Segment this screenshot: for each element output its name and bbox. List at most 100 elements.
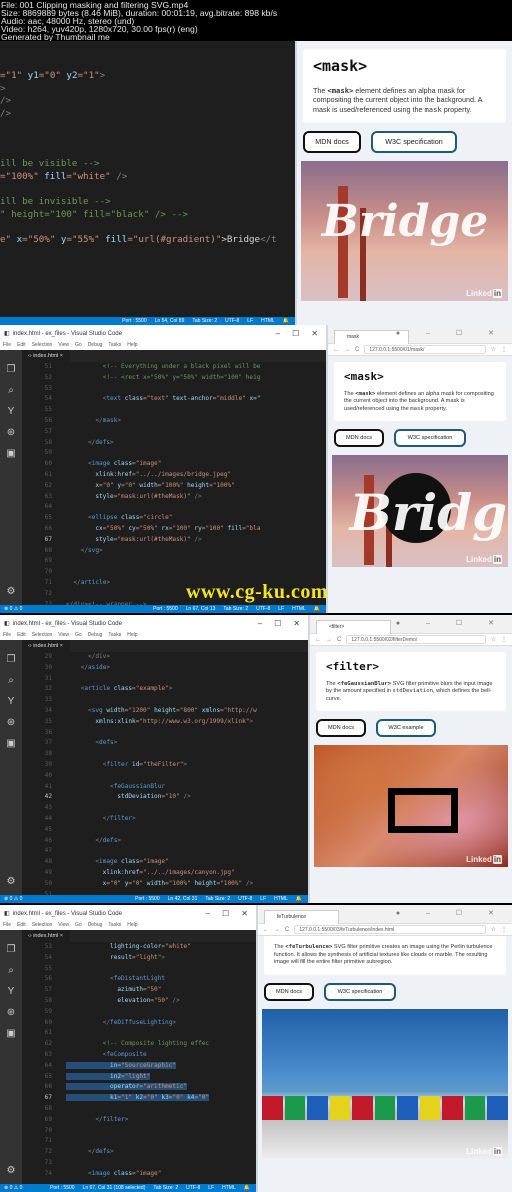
minimize-button[interactable]: – (258, 619, 262, 628)
notification-bell-icon[interactable]: 🔔 (283, 317, 289, 325)
maximize-button[interactable]: ☐ (222, 909, 229, 918)
back-icon[interactable]: ← (263, 927, 269, 933)
menu-item[interactable]: Tasks (108, 632, 121, 640)
status-item[interactable]: Port : 5500 (135, 895, 159, 903)
status-item[interactable]: Ln 54, Col 89 (155, 317, 185, 325)
menu-item[interactable]: Debug (88, 922, 103, 930)
problems-count[interactable]: ⊗ 0 ⚠ 0 (4, 605, 22, 613)
debug-icon[interactable]: ⊛ (7, 427, 15, 438)
menu-item[interactable]: View (58, 342, 69, 350)
back-icon[interactable]: ← (315, 637, 321, 643)
w3c-link-button[interactable]: W3C specification (394, 429, 466, 448)
menu-kebab-icon[interactable]: ⋮ (501, 926, 507, 933)
status-item[interactable]: Ln 67, Col 13 (186, 605, 216, 613)
menu-item[interactable]: Go (75, 342, 82, 350)
explorer-icon[interactable]: ❐ (7, 364, 16, 375)
menu-item[interactable]: Selection (32, 922, 53, 930)
code-area[interactable]: 53 lighting-color="white" 54 result="ligh… (22, 942, 256, 1184)
status-item[interactable]: Port : 5500 (153, 605, 177, 613)
maximize-button[interactable]: ☐ (274, 619, 281, 628)
w3c-link-button[interactable]: W3C example (376, 719, 436, 738)
tab-close-icon[interactable]: × (58, 933, 63, 939)
settings-gear-icon[interactable]: ⚙ (7, 1165, 16, 1176)
menu-kebab-icon[interactable]: ⋮ (501, 636, 507, 643)
menu-item[interactable]: Help (127, 922, 137, 930)
status-item[interactable]: Ln 67, Col 31 (108 selected) (83, 1184, 146, 1192)
forward-icon[interactable]: → (344, 347, 350, 353)
status-item[interactable]: LF (247, 317, 253, 325)
problems-count[interactable]: ⊗ 0 ⚠ 0 (4, 1184, 22, 1192)
forward-icon[interactable]: → (274, 927, 280, 933)
status-item[interactable]: Tab Size: 2 (223, 605, 248, 613)
menu-item[interactable]: Help (127, 342, 137, 350)
menu-item[interactable]: File (3, 632, 11, 640)
menu-kebab-icon[interactable]: ⋮ (501, 346, 507, 353)
bookmark-star-icon[interactable]: ☆ (491, 636, 496, 643)
url-input[interactable]: 127.0.0.1:5500/03/feTurbulence/index.htm… (294, 925, 486, 934)
bookmark-star-icon[interactable]: ☆ (491, 346, 496, 353)
mdn-docs-button[interactable]: MDN docs (303, 130, 361, 153)
menu-item[interactable]: Debug (88, 632, 103, 640)
reload-icon[interactable]: C (285, 927, 289, 933)
problems-count[interactable]: ⊗ 0 ⚠ 0 (4, 895, 22, 903)
explorer-icon[interactable]: ❐ (7, 944, 16, 955)
menu-item[interactable]: Tasks (108, 342, 121, 350)
status-item[interactable]: Tab Size: 2 (205, 895, 230, 903)
close-button[interactable]: ✕ (311, 329, 318, 338)
menu-item[interactable]: View (58, 632, 69, 640)
w3c-link-button[interactable]: W3C specification (324, 982, 396, 1001)
menu-item[interactable]: Edit (17, 632, 26, 640)
browser-tab[interactable]: <filter> (316, 620, 391, 634)
minimize-button[interactable]: – (206, 909, 210, 918)
status-item[interactable]: HTML (274, 895, 288, 903)
url-input[interactable]: 127.0.0.1:5500/02/filterDemo/ (346, 635, 486, 644)
settings-gear-icon[interactable]: ⚙ (7, 586, 16, 597)
menu-item[interactable]: Selection (32, 632, 53, 640)
url-input[interactable]: 127.0.0.1:5500/01/mask/ (364, 345, 486, 354)
reload-icon[interactable]: C (355, 347, 359, 353)
tab-close-icon[interactable]: × (58, 353, 63, 359)
mdn-docs-button[interactable]: MDN docs (264, 982, 314, 1001)
status-item[interactable]: Port : 5500 (50, 1184, 74, 1192)
status-item[interactable]: HTML (292, 605, 306, 613)
status-item[interactable]: UTF-8 (238, 895, 252, 903)
menu-item[interactable]: File (3, 922, 11, 930)
maximize-button[interactable]: ☐ (292, 329, 299, 338)
browser-tab[interactable]: feTurbulence (264, 910, 339, 924)
menu-item[interactable]: Edit (17, 342, 26, 350)
menu-item[interactable]: Edit (17, 922, 26, 930)
mdn-docs-button[interactable]: MDN docs (316, 719, 366, 738)
code-area[interactable]: ="1" y1="0" y2="1"> >/>/> ill be visible … (0, 45, 295, 317)
extensions-icon[interactable]: ▣ (6, 1028, 15, 1039)
search-icon[interactable]: ⌕ (8, 965, 14, 976)
status-item[interactable]: LF (208, 1184, 214, 1192)
status-item[interactable]: UTF-8 (256, 605, 270, 613)
menu-item[interactable]: Help (127, 632, 137, 640)
menu-item[interactable]: Go (75, 632, 82, 640)
status-item[interactable]: HTML (261, 317, 275, 325)
menu-item[interactable]: Selection (32, 342, 53, 350)
editor-tab[interactable]: ‹› index.html × (22, 930, 70, 942)
mdn-docs-button[interactable]: MDN docs (334, 429, 384, 448)
source-control-icon[interactable]: Y (8, 986, 15, 997)
menu-item[interactable]: View (58, 922, 69, 930)
extensions-icon[interactable]: ▣ (6, 738, 15, 749)
editor-tab[interactable]: ‹› index.html × (22, 350, 70, 362)
notification-bell-icon[interactable]: 🔔 (296, 895, 302, 903)
status-item[interactable]: Tab Size: 2 (153, 1184, 178, 1192)
notification-bell-icon[interactable]: 🔔 (314, 605, 320, 613)
status-item[interactable]: LF (260, 895, 266, 903)
status-item[interactable]: UTF-8 (186, 1184, 200, 1192)
close-button[interactable]: ✕ (293, 619, 300, 628)
explorer-icon[interactable]: ❐ (7, 654, 16, 665)
bookmark-star-icon[interactable]: ☆ (491, 926, 496, 933)
search-icon[interactable]: ⌕ (8, 675, 14, 686)
status-item[interactable]: Tab Size: 2 (192, 317, 217, 325)
editor-tab[interactable]: ‹› index.html × (22, 640, 70, 652)
status-item[interactable]: Ln 42, Col 31 (168, 895, 198, 903)
debug-icon[interactable]: ⊛ (7, 717, 15, 728)
w3c-link-button[interactable]: W3C specification (371, 130, 457, 153)
close-button[interactable]: ✕ (241, 909, 248, 918)
settings-gear-icon[interactable]: ⚙ (7, 876, 16, 887)
menu-item[interactable]: Tasks (108, 922, 121, 930)
